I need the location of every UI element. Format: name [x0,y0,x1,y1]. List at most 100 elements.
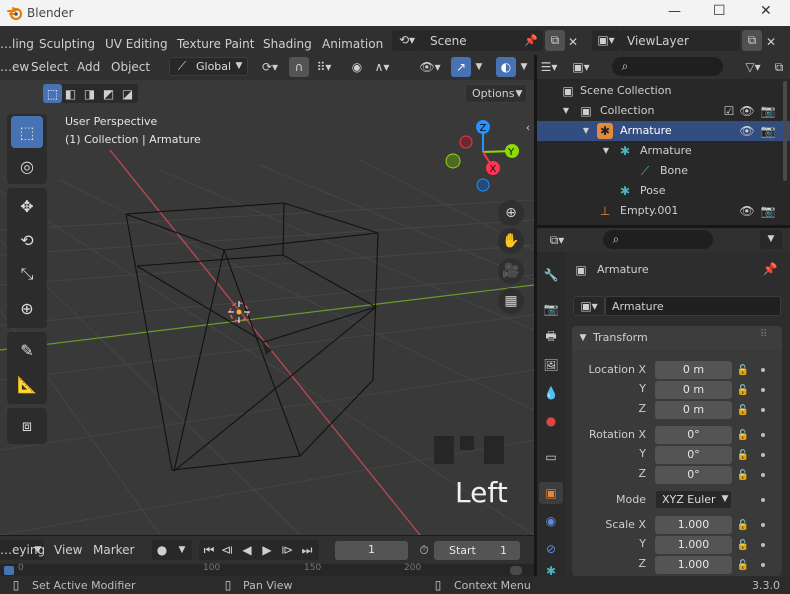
new-scene-button[interactable]: ⧉ [545,30,565,51]
rotation-y-field[interactable]: 0° [655,446,732,464]
overlay-toggle[interactable]: ◐ [496,57,516,77]
minimize-button[interactable]: — [668,4,681,19]
location-z-field[interactable]: 0 m [655,401,732,419]
keyframe-dot[interactable] [761,408,765,412]
rotation-x-field[interactable]: 0° [655,426,732,444]
new-collection-icon[interactable]: ⧉ [770,59,788,75]
outliner-scrollbar[interactable] [783,81,787,181]
keyframe-dot[interactable] [761,523,765,527]
jump-end-icon[interactable]: ⏭ [299,543,315,557]
properties-search-input[interactable]: ⌕ [603,230,713,249]
scale-y-field[interactable]: 1.000 [655,536,732,554]
select-box-tool[interactable]: ⬚ [11,116,43,148]
outliner-row[interactable]: ⊥ Empty.001 👁 📷 [537,201,790,221]
camera-view-button[interactable]: 🎥 [498,258,524,284]
scale-z-field[interactable]: 1.000 [655,556,732,574]
object-menu[interactable]: Object [111,60,150,74]
gizmo-toggle[interactable]: ↗ [451,57,471,77]
transform-panel-header[interactable]: ▼ Transform ⠿ [572,326,782,350]
camera-icon[interactable]: 📷 [761,124,776,138]
play-icon[interactable]: ▶ [259,543,275,557]
rotate-tool[interactable]: ⟲ [11,224,43,256]
pivot-point-icon[interactable]: ⟳▾ [256,59,284,75]
close-button[interactable]: ✕ [760,3,772,19]
eye-icon[interactable]: 👁 [739,204,754,218]
annotate-tool[interactable]: ✎ [11,334,43,366]
jump-start-icon[interactable]: ⏮ [201,543,217,557]
data-tab-icon[interactable]: ✱ [542,564,560,578]
outliner-row[interactable]: ⟋ Bone [537,161,790,181]
object-tab[interactable]: ▣ [539,482,563,504]
snap-toggle[interactable]: ∩ [289,57,309,77]
stopwatch-icon[interactable]: ⏱ [416,543,432,557]
pan-button[interactable]: ✋ [498,228,524,254]
location-y-field[interactable]: 0 m [655,381,732,399]
snap-target-icon[interactable]: ⠿▾ [311,59,337,75]
delete-view-layer-icon[interactable]: ✕ [764,35,778,49]
eye-icon[interactable]: 👁 [739,124,754,138]
scene-selector-button[interactable]: ⟲▾ [392,30,422,51]
3d-viewport[interactable]: Z Y X ⬚ ◧ ◨ ◩ ◪ Options ▼ User Perspecti… [0,80,534,535]
eye-icon[interactable]: 👁 [739,104,754,118]
datablock-type-dropdown[interactable]: ▣▾ [573,296,605,316]
scrubber-handle[interactable] [510,566,522,575]
filter-icon[interactable]: ▽▾ [739,59,767,75]
falloff-icon[interactable]: ∧▾ [368,59,396,75]
tab-sculpting[interactable]: Sculpting [39,37,95,51]
collection-tab-icon[interactable]: ▭ [542,448,560,466]
keyframe-dot[interactable] [761,473,765,477]
constraints-tab-icon[interactable]: ⊘ [542,540,560,558]
lock-icon[interactable]: 🔓 [737,429,749,441]
keyframe-dot[interactable] [761,368,765,372]
timeline-view-menu[interactable]: View [54,543,82,557]
measure-tool[interactable]: 📐 [11,368,43,400]
drag-handle-icon[interactable]: ⠿ [760,329,767,340]
physics-tab-icon[interactable]: ◉ [542,512,560,530]
view-layer-selector-button[interactable]: ▣▾ [592,30,620,51]
keyframe-dot[interactable] [761,563,765,567]
playhead[interactable] [4,566,14,575]
outliner-editor-type-icon[interactable]: ☰▾ [537,59,561,75]
play-reverse-icon[interactable]: ◀ [239,543,255,557]
tab-modeling[interactable]: …ling [0,37,34,51]
lock-icon[interactable]: 🔓 [737,519,749,531]
keyframe-dot[interactable] [761,453,765,457]
chevron-down-icon[interactable]: ▼ [472,59,486,75]
outliner-row[interactable]: ▼ ✱ Armature [537,141,790,161]
view-menu[interactable]: …ew [0,60,29,74]
scene-tab-icon[interactable]: 💧 [542,384,560,402]
sidebar-toggle-icon[interactable]: ‹ [523,120,533,134]
maximize-button[interactable]: ☐ [713,3,726,19]
tab-texture-paint[interactable]: Texture Paint [177,37,254,51]
start-frame-field[interactable]: Start 1 [434,541,520,560]
keyframe-dot[interactable] [761,543,765,547]
outliner-search-input[interactable]: ⌕ [612,57,723,76]
keyframe-dot[interactable] [761,388,765,392]
next-keyframe-icon[interactable]: ⧐ [279,543,295,557]
add-cube-tool[interactable]: ⧈ [11,410,43,442]
tab-uv-editing[interactable]: UV Editing [105,37,168,51]
transform-orientation-dropdown[interactable]: ⟋ Global ▼ [169,57,248,76]
chevron-down-icon[interactable]: ▼ [517,59,531,75]
render-tab-icon[interactable]: 📷 [542,300,560,318]
transform-tool[interactable]: ⊕ [11,292,43,324]
properties-options-dropdown[interactable]: ▼ [760,230,782,249]
select-extend-icon[interactable]: ◧ [63,86,78,101]
select-invert-icon[interactable]: ◩ [101,86,116,101]
select-intersect-icon[interactable]: ◪ [120,86,135,101]
proportional-edit-icon[interactable]: ◉ [347,59,367,75]
lock-icon[interactable]: 🔓 [737,539,749,551]
outliner-row[interactable]: ▣ Scene Collection [537,81,790,101]
location-x-field[interactable]: 0 m [655,361,732,379]
expand-triangle-icon[interactable]: ▼ [561,104,571,118]
world-tab-icon[interactable]: ● [542,412,560,430]
lock-icon[interactable]: 🔓 [737,559,749,571]
pin-icon[interactable]: 📌 [524,33,538,47]
keyframe-dot[interactable] [761,498,765,502]
keying-dropdown[interactable]: …eying ▼ [0,540,45,560]
options-dropdown[interactable]: Options ▼ [465,84,527,103]
lock-icon[interactable]: 🔓 [737,404,749,416]
lock-icon[interactable]: 🔓 [737,449,749,461]
new-view-layer-button[interactable]: ⧉ [742,30,762,51]
add-menu[interactable]: Add [77,60,100,74]
